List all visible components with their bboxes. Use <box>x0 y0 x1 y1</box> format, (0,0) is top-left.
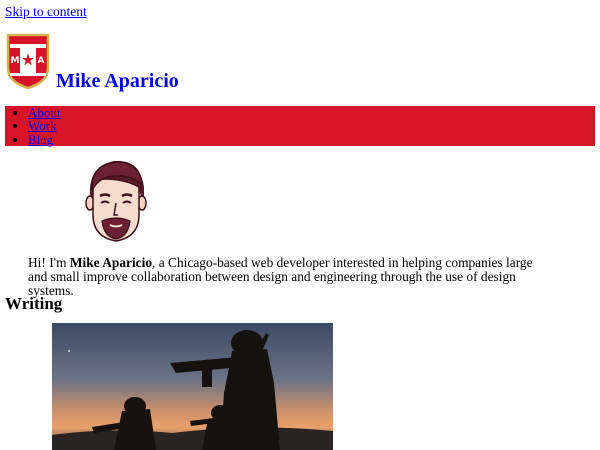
badge-letter-a: A <box>38 56 45 66</box>
soldiers-silhouette-image <box>52 323 333 450</box>
site-home-link[interactable]: M A Mike Aparicio <box>5 32 179 96</box>
intro-prefix: Hi! I'm <box>28 255 70 270</box>
intro-name: Mike Aparicio <box>69 255 153 270</box>
site-title: Mike Aparicio <box>56 70 179 92</box>
nav-item-blog: Blog <box>28 132 595 147</box>
skip-to-content-link[interactable]: Skip to content <box>5 4 87 20</box>
chicago-shield-logo-icon: M A <box>6 33 50 90</box>
nav-item-work: Work <box>28 119 595 132</box>
main-navigation: About Work Blog <box>5 106 595 146</box>
intro-paragraph: Hi! I'm Mike Aparicio, a Chicago-based w… <box>28 256 548 298</box>
writing-heading: Writing <box>5 294 63 313</box>
nav-link-blog[interactable]: Blog <box>28 132 53 147</box>
avatar-illustration <box>85 160 147 242</box>
nav-item-about: About <box>28 106 595 119</box>
badge-letter-m: M <box>11 56 20 66</box>
